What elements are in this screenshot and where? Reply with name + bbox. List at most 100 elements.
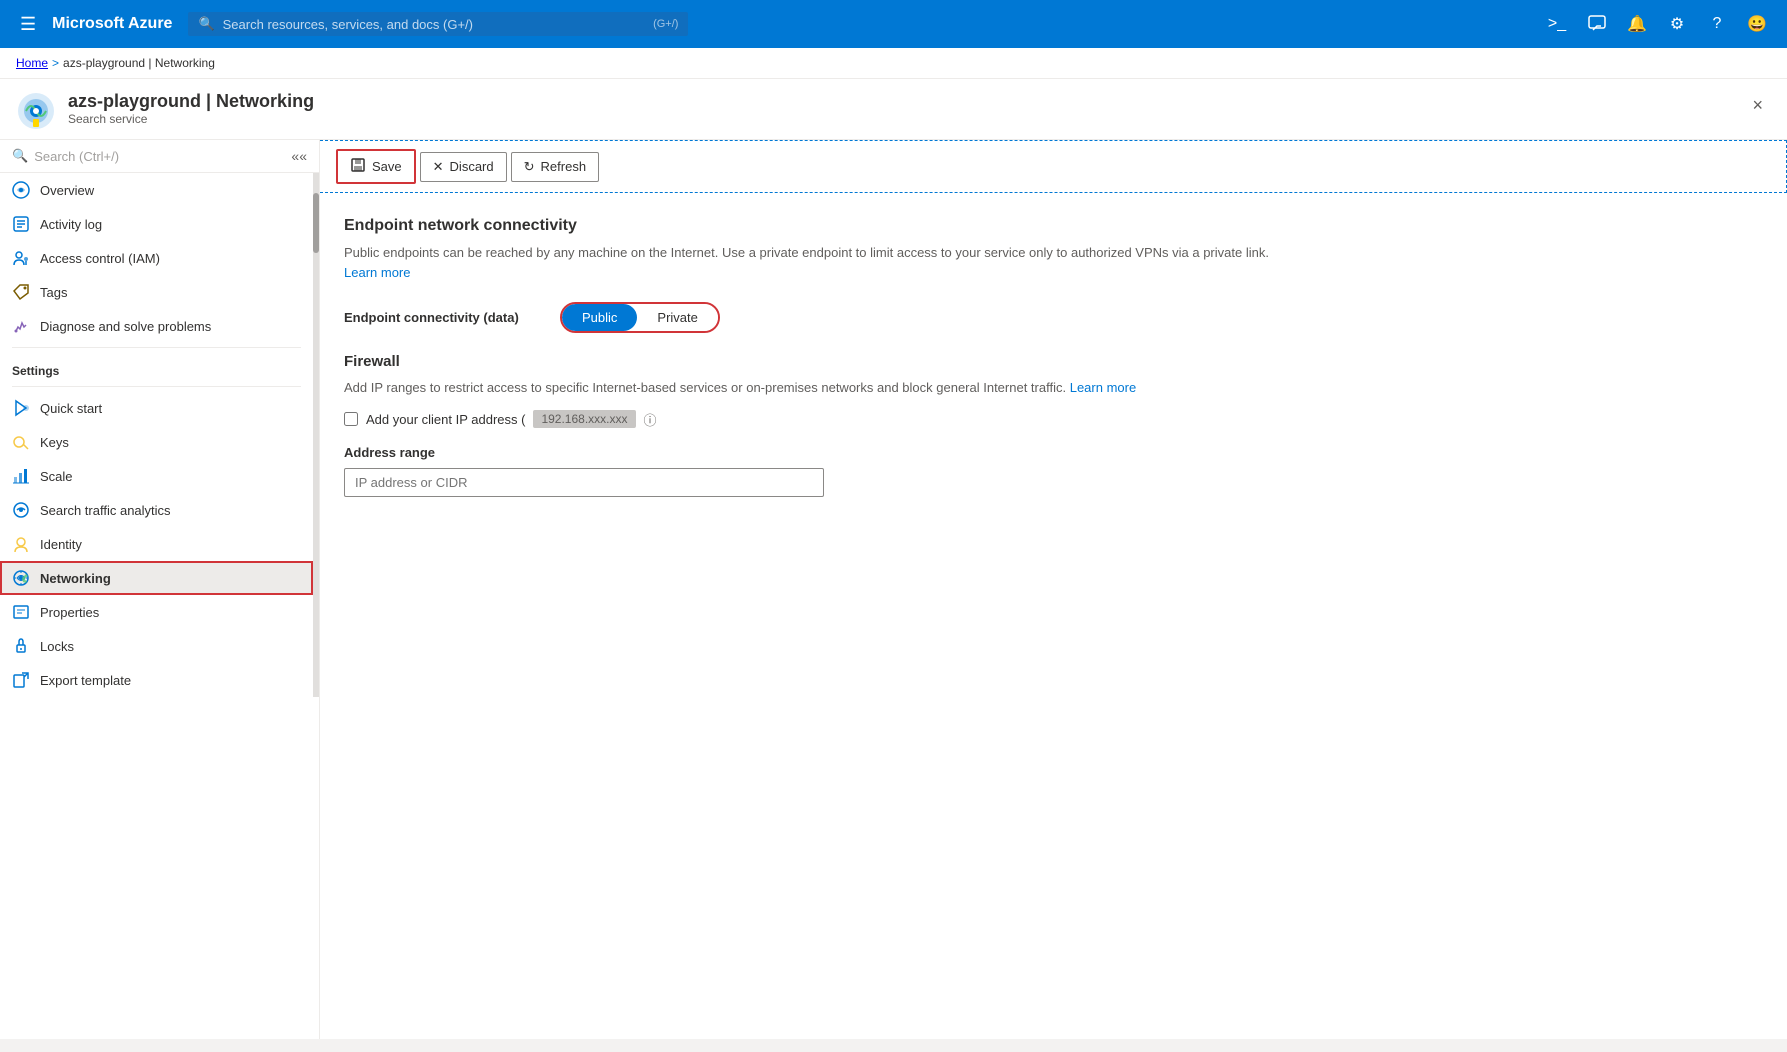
hamburger-menu[interactable]: ☰ — [12, 6, 44, 43]
sidebar-item-keys[interactable]: Keys — [0, 425, 313, 459]
sidebar-collapse-icon[interactable]: «« — [291, 148, 307, 164]
top-bar-icons: >_ 🔔 ⚙ ? 😀 — [1539, 6, 1775, 42]
main-content: Endpoint network connectivity Public end… — [320, 193, 1320, 521]
save-button[interactable]: Save — [336, 149, 416, 184]
discard-icon: ✕ — [433, 159, 444, 175]
breadcrumb-current: azs-playground | Networking — [63, 56, 215, 70]
sidebar-item-access-control[interactable]: Access control (IAM) — [0, 241, 313, 275]
breadcrumb-home[interactable]: Home — [16, 56, 48, 70]
learn-more-link[interactable]: Learn more — [344, 265, 410, 280]
sidebar-item-overview[interactable]: Overview — [0, 173, 313, 207]
sidebar-item-diagnose[interactable]: Diagnose and solve problems — [0, 309, 313, 343]
search-traffic-label: Search traffic analytics — [40, 503, 171, 518]
ip-address-badge: 192.168.xxx.xxx — [533, 410, 635, 428]
brand-name: Microsoft Azure — [52, 15, 172, 33]
identity-icon — [12, 535, 30, 553]
endpoint-connectivity-row: Endpoint connectivity (data) Public Priv… — [344, 302, 1296, 333]
sidebar-item-export[interactable]: Export template — [0, 663, 313, 697]
info-icon: ⓘ — [644, 410, 657, 429]
sidebar-item-scale[interactable]: Scale — [0, 459, 313, 493]
settings-divider — [12, 347, 301, 348]
firewall-section: Firewall Add IP ranges to restrict acces… — [344, 353, 1296, 497]
terminal-icon[interactable]: >_ — [1539, 6, 1575, 42]
toolbar: Save ✕ Discard ↻ Refresh — [320, 140, 1787, 193]
networking-label: Networking — [40, 571, 111, 586]
networking-icon — [12, 569, 30, 587]
sidebar-item-identity[interactable]: Identity — [0, 527, 313, 561]
refresh-label: Refresh — [541, 159, 587, 174]
activity-log-label: Activity log — [40, 217, 102, 232]
sidebar-search-input[interactable] — [34, 149, 285, 164]
identity-label: Identity — [40, 537, 82, 552]
search-input[interactable] — [223, 17, 645, 32]
notifications-icon[interactable]: 🔔 — [1619, 6, 1655, 42]
firewall-desc-text: Add IP ranges to restrict access to spec… — [344, 380, 1066, 395]
settings-icon[interactable]: ⚙ — [1659, 6, 1695, 42]
page-header: azs-playground | Networking Search servi… — [0, 79, 1787, 140]
close-button[interactable]: × — [1744, 91, 1771, 120]
quickstart-label: Quick start — [40, 401, 102, 416]
refresh-button[interactable]: ↻ Refresh — [511, 152, 599, 182]
account-icon[interactable]: 😀 — [1739, 6, 1775, 42]
client-ip-checkbox[interactable] — [344, 412, 358, 426]
sidebar-scrollbar[interactable] — [313, 173, 319, 697]
page-subtitle: Search service — [68, 112, 314, 126]
firewall-learn-more-link[interactable]: Learn more — [1070, 380, 1136, 395]
export-label: Export template — [40, 673, 131, 688]
sidebar-item-properties[interactable]: Properties — [0, 595, 313, 629]
search-icon: 🔍 — [198, 16, 214, 32]
page-header-text: azs-playground | Networking Search servi… — [68, 91, 314, 126]
firewall-description: Add IP ranges to restrict access to spec… — [344, 378, 1296, 398]
sidebar-item-locks[interactable]: Locks — [0, 629, 313, 663]
sidebar-item-search-traffic[interactable]: Search traffic analytics — [0, 493, 313, 527]
keys-label: Keys — [40, 435, 69, 450]
discard-label: Discard — [450, 159, 494, 174]
save-label: Save — [372, 159, 402, 174]
sidebar-item-quickstart[interactable]: Quick start — [0, 391, 313, 425]
save-icon — [350, 157, 366, 176]
keys-icon — [12, 433, 30, 451]
resource-icon — [16, 91, 56, 131]
refresh-icon: ↻ — [524, 159, 535, 175]
properties-icon — [12, 603, 30, 621]
client-ip-label: Add your client IP address ( — [366, 412, 525, 427]
breadcrumb-sep: > — [52, 56, 59, 70]
sidebar-item-activity-log[interactable]: Activity log — [0, 207, 313, 241]
export-icon — [12, 671, 30, 689]
diagnose-label: Diagnose and solve problems — [40, 319, 211, 334]
client-ip-row: Add your client IP address ( 192.168.xxx… — [344, 410, 1296, 429]
content-area: Save ✕ Discard ↻ Refresh Endpoint networ… — [320, 140, 1787, 1039]
locks-icon — [12, 637, 30, 655]
sidebar-search-icon: 🔍 — [12, 148, 28, 164]
endpoint-title: Endpoint network connectivity — [344, 217, 1296, 235]
activity-log-icon — [12, 215, 30, 233]
locks-label: Locks — [40, 639, 74, 654]
search-traffic-icon — [12, 501, 30, 519]
tags-label: Tags — [40, 285, 67, 300]
feedback-icon[interactable] — [1579, 6, 1615, 42]
public-button[interactable]: Public — [562, 304, 637, 331]
sidebar-content: Overview Activity log Access control (IA… — [0, 173, 313, 697]
sidebar-item-networking[interactable]: Networking — [0, 561, 313, 595]
settings-divider2 — [12, 386, 301, 387]
address-range-label: Address range — [344, 445, 1296, 460]
address-range-input[interactable] — [344, 468, 824, 497]
global-search[interactable]: 🔍 (G+/) — [188, 12, 688, 36]
sidebar-item-tags[interactable]: Tags — [0, 275, 313, 309]
sidebar: 🔍 «« Overview Activity log — [0, 140, 320, 1039]
discard-button[interactable]: ✕ Discard — [420, 152, 507, 182]
diagnose-icon — [12, 317, 30, 335]
help-icon[interactable]: ? — [1699, 6, 1735, 42]
firewall-title: Firewall — [344, 353, 1296, 370]
main-layout: 🔍 «« Overview Activity log — [0, 140, 1787, 1039]
endpoint-description: Public endpoints can be reached by any m… — [344, 243, 1296, 282]
page-title: azs-playground | Networking — [68, 91, 314, 112]
sidebar-search-container[interactable]: 🔍 «« — [0, 140, 319, 173]
shortcut-hint: (G+/) — [653, 18, 678, 30]
sidebar-scroll-area: Overview Activity log Access control (IA… — [0, 173, 319, 697]
breadcrumb: Home > azs-playground | Networking — [0, 48, 1787, 79]
quickstart-icon — [12, 399, 30, 417]
overview-label: Overview — [40, 183, 94, 198]
private-button[interactable]: Private — [637, 304, 717, 331]
scale-icon — [12, 467, 30, 485]
